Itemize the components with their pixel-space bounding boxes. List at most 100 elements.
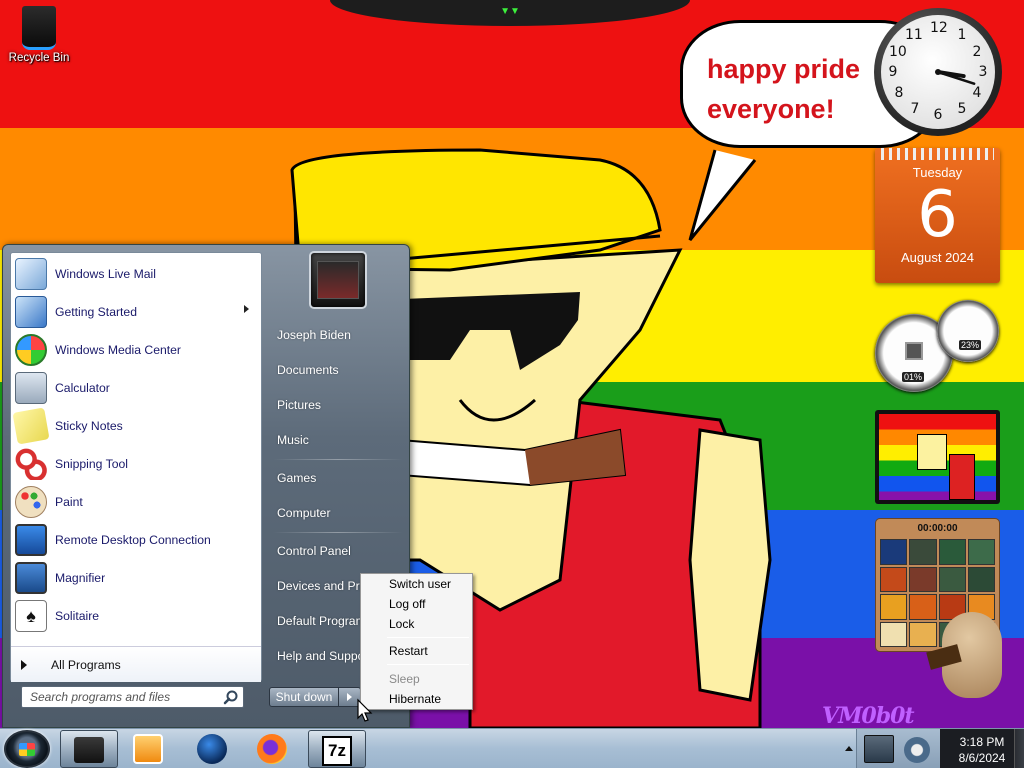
program-item-getting-started[interactable]: Getting Started [11, 293, 261, 331]
puzzle-tile[interactable] [909, 566, 937, 592]
puzzle-tile[interactable] [967, 539, 995, 565]
puzzle-tile[interactable] [880, 539, 908, 565]
media-center-icon [15, 334, 47, 366]
start-link-games[interactable]: Games [269, 463, 405, 493]
start-link-pictures[interactable]: Pictures [269, 390, 405, 420]
menu-item-hibernate[interactable]: Hibernate [363, 689, 470, 709]
mouse-cursor-icon [357, 698, 373, 722]
user-picture-image [317, 261, 359, 299]
getting-started-icon [15, 296, 47, 328]
start-link-user[interactable]: Joseph Biden [269, 320, 405, 350]
calendar-rings [881, 148, 994, 160]
clock-face: 12 1 2 3 4 5 6 7 8 9 10 11 [881, 15, 995, 129]
computer-icon [74, 737, 104, 763]
network-icon[interactable] [864, 735, 894, 763]
start-link-control-panel[interactable]: Control Panel [269, 536, 405, 566]
program-item-windows-media-center[interactable]: Windows Media Center [11, 331, 261, 369]
all-programs-button[interactable]: All Programs [11, 646, 261, 682]
sticky-notes-icon [12, 407, 50, 445]
program-item-solitaire[interactable]: ♠ Solitaire [11, 597, 261, 635]
7zip-icon-label: 7z [328, 741, 346, 760]
clock-gadget[interactable]: 12 1 2 3 4 5 6 7 8 9 10 11 [874, 8, 1002, 136]
program-item-magnifier[interactable]: Magnifier [11, 559, 261, 597]
cpu-usage-value: 01% [902, 372, 925, 382]
menu-item-switch-user[interactable]: Switch user [363, 574, 470, 594]
program-label: Magnifier [55, 571, 106, 585]
taskbar-date: 8/6/2024 [958, 751, 1006, 765]
calendar-gadget[interactable]: Tuesday 6 August 2024 [875, 148, 1000, 283]
7zip-icon: 7z [322, 736, 352, 766]
watermark-text: VM0b0t [822, 703, 915, 728]
shutdown-options-menu: Switch user Log off Lock Restart Sleep H… [360, 573, 473, 710]
menu-item-sleep: Sleep [389, 672, 420, 686]
show-hidden-icons-button[interactable] [842, 735, 856, 763]
cpu-meter-gadget[interactable]: 01% 23% [875, 300, 1000, 392]
firefox-icon [257, 734, 287, 764]
scissors-icon [15, 448, 47, 480]
program-item-remote-desktop[interactable]: Remote Desktop Connection [11, 521, 261, 559]
start-menu-program-list: Windows Live Mail Getting Started Window… [10, 252, 262, 682]
program-item-paint[interactable]: Paint [11, 483, 261, 521]
taskbar-button-firefox[interactable] [244, 730, 302, 768]
program-label: Windows Media Center [55, 343, 181, 357]
separator [273, 532, 403, 533]
puzzle-tile[interactable] [880, 621, 908, 647]
search-icon [223, 690, 238, 705]
program-item-sticky-notes[interactable]: Sticky Notes [11, 407, 261, 445]
puzzle-tile[interactable] [880, 566, 908, 592]
menu-item-log-off[interactable]: Log off [363, 594, 470, 614]
puzzle-tile[interactable] [938, 539, 966, 565]
program-label: Getting Started [55, 305, 137, 319]
program-label: Calculator [55, 381, 110, 395]
taskbar-time: 3:18 PM [959, 735, 1005, 749]
puzzle-timer: 00:00:00 [917, 523, 958, 534]
hamster-image [926, 602, 1006, 704]
taskbar-button-media-player[interactable] [120, 730, 178, 768]
search-placeholder: Search programs and files [30, 690, 171, 704]
program-label: Remote Desktop Connection [55, 533, 211, 547]
gauge-chip-icon [905, 342, 923, 360]
taskbar-clock[interactable]: 3:18 PM 8/6/2024 [940, 729, 1024, 768]
puzzle-tile[interactable] [938, 566, 966, 592]
mail-icon [15, 258, 47, 290]
menu-separator [387, 664, 469, 665]
chevron-up-icon [845, 746, 853, 751]
puzzle-tile[interactable] [909, 539, 937, 565]
slideshow-shirt [949, 454, 975, 500]
program-item-snipping-tool[interactable]: Snipping Tool [11, 445, 261, 483]
start-link-documents[interactable]: Documents [269, 355, 405, 385]
taskbar-button-7zip[interactable]: 7z [308, 730, 366, 768]
windows-logo-icon [19, 743, 35, 756]
volume-icon[interactable] [904, 737, 930, 763]
taskbar-button-computer[interactable] [60, 730, 118, 768]
cards-icon: ♠ [15, 600, 47, 632]
all-programs-label: All Programs [51, 657, 121, 672]
puzzle-tile[interactable] [967, 566, 995, 592]
program-label: Snipping Tool [55, 457, 128, 471]
menu-separator [387, 637, 469, 638]
speech-bubble-text: happy pride everyone! [707, 54, 861, 124]
start-link-music[interactable]: Music [269, 425, 405, 455]
menu-item-lock[interactable]: Lock [363, 614, 470, 634]
taskbar-button-globe[interactable] [184, 730, 242, 768]
recycle-bin-desktop-icon[interactable]: Recycle Bin [4, 4, 74, 76]
slideshow-gadget[interactable] [875, 410, 1000, 504]
search-input[interactable]: Search programs and files [21, 686, 244, 708]
puzzle-tile[interactable] [880, 594, 908, 620]
globe-icon [197, 734, 227, 764]
calendar-day: 6 [917, 178, 958, 252]
separator [273, 459, 403, 460]
slideshow-character [917, 434, 947, 470]
start-button[interactable] [4, 730, 50, 768]
recycle-bin-label: Recycle Bin [8, 52, 70, 64]
menu-item-restart[interactable]: Restart [363, 641, 470, 661]
program-label: Solitaire [55, 609, 100, 623]
program-item-calculator[interactable]: Calculator [11, 369, 261, 407]
show-desktop-button[interactable] [1014, 729, 1024, 768]
program-item-windows-live-mail[interactable]: Windows Live Mail [11, 255, 261, 293]
start-link-computer[interactable]: Computer [269, 498, 405, 528]
recycle-bin-icon [22, 6, 56, 50]
user-account-picture[interactable] [309, 251, 367, 309]
shutdown-button[interactable]: Shut down [269, 687, 339, 707]
program-label: Paint [55, 495, 83, 509]
